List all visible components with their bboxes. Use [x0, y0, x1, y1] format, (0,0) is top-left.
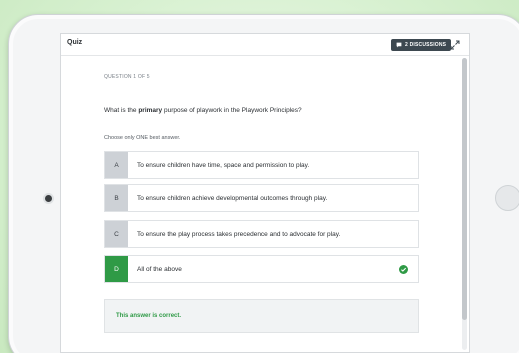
- question-text-end: purpose of playwork in the Playwork Prin…: [162, 107, 302, 114]
- option-letter: B: [105, 185, 128, 211]
- answer-option-b[interactable]: B To ensure children achieve development…: [104, 184, 419, 212]
- quiz-window: Quiz 2 DISCUSSIONS QUESTION 1 OF 5 What …: [60, 33, 470, 353]
- option-label: To ensure children achieve developmental…: [137, 194, 328, 202]
- option-label: To ensure the play process takes precede…: [137, 230, 341, 238]
- scrollbar-thumb[interactable]: [462, 58, 467, 320]
- question-counter: QUESTION 1 OF 5: [104, 74, 150, 80]
- option-label: To ensure children have time, space and …: [137, 161, 310, 169]
- quiz-title: Quiz: [67, 39, 83, 46]
- question-text-emphasis: primary: [138, 107, 163, 114]
- expand-icon[interactable]: [450, 40, 460, 50]
- camera-icon: [45, 195, 52, 202]
- discussions-button[interactable]: 2 DISCUSSIONS: [391, 39, 452, 51]
- answer-option-d[interactable]: D All of the above: [104, 255, 419, 283]
- answer-option-a[interactable]: A To ensure children have time, space an…: [104, 151, 419, 179]
- discussions-label: 2 DISCUSSIONS: [405, 42, 447, 48]
- home-button[interactable]: [495, 185, 519, 211]
- answer-instruction: Choose only ONE best answer.: [104, 135, 181, 141]
- option-letter: C: [105, 221, 128, 247]
- check-circle-icon: [399, 264, 408, 274]
- question-text-start: What is the: [104, 107, 139, 114]
- answer-feedback: This answer is correct.: [104, 299, 419, 333]
- quiz-header: Quiz 2 DISCUSSIONS: [61, 34, 469, 56]
- option-letter: A: [105, 152, 128, 178]
- scrollbar[interactable]: [462, 58, 467, 350]
- question-text: What is the primary purpose of playwork …: [104, 107, 422, 114]
- chat-bubble-icon: [396, 42, 402, 48]
- answer-option-c[interactable]: C To ensure the play process takes prece…: [104, 220, 419, 248]
- option-letter: D: [105, 256, 128, 282]
- option-label: All of the above: [137, 265, 182, 273]
